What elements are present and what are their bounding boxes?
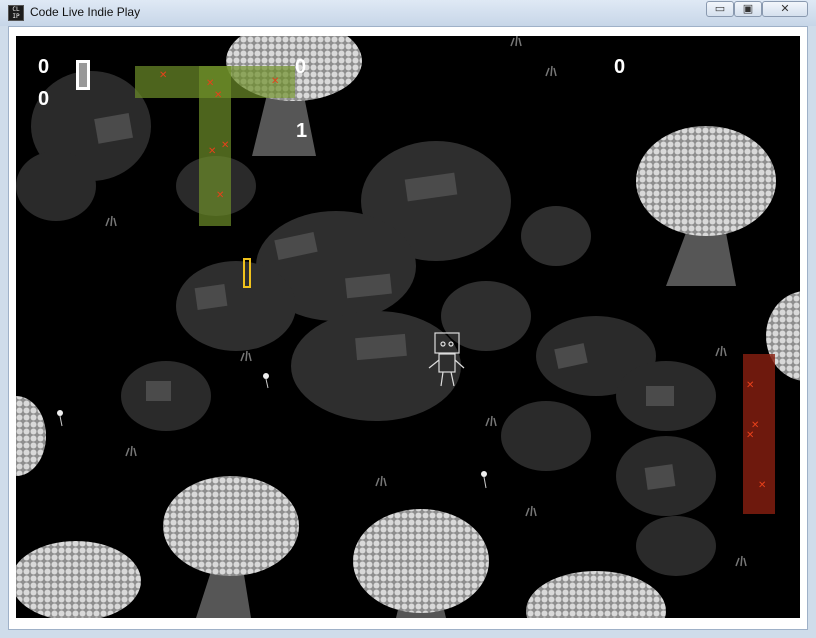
svg-text:✕: ✕ [746, 380, 754, 391]
window-title: Code Live Indie Play [30, 5, 141, 19]
tree-right [636, 126, 776, 286]
app-icon: CL IP [8, 5, 24, 21]
minimize-button[interactable]: ▭ [706, 1, 734, 17]
hud-count-center: 1 [296, 120, 308, 142]
game-canvas[interactable]: ✕ ✕ ✕ ✕ ✕ ✕ ✕ ✕ ✕ ✕ ✕ 0 0 0 0 1 [16, 36, 800, 618]
svg-text:✕: ✕ [221, 140, 229, 151]
svg-text:✕: ✕ [758, 480, 766, 491]
close-button[interactable]: ✕ [762, 1, 808, 17]
hud-count-second: 0 [38, 88, 50, 110]
svg-text:✕: ✕ [271, 76, 279, 87]
svg-text:✕: ✕ [206, 78, 214, 89]
svg-text:✕: ✕ [214, 90, 222, 101]
svg-text:✕: ✕ [746, 430, 754, 441]
svg-text:✕: ✕ [159, 70, 167, 81]
tree-left-edge [16, 396, 46, 476]
tree-bottom-left [16, 541, 141, 618]
hud-count-top-left: 0 [38, 56, 50, 78]
tree-bottom-center [353, 509, 489, 618]
tree-bottom-center-left [163, 476, 299, 618]
window-titlebar[interactable]: CL IP Code Live Indie Play ▭ ▣ ✕ [0, 0, 816, 26]
svg-text:✕: ✕ [216, 190, 224, 201]
hud-count-top-right: 0 [614, 56, 626, 78]
door-icon [76, 60, 90, 90]
rock-cluster-right [501, 316, 716, 576]
maximize-button[interactable]: ▣ [734, 1, 762, 17]
tree-bottom-right [526, 571, 666, 618]
svg-text:✕: ✕ [208, 146, 216, 157]
game-scene: ✕ ✕ ✕ ✕ ✕ ✕ ✕ ✕ ✕ ✕ ✕ [16, 36, 800, 618]
hud-count-banner: 0 [295, 56, 307, 78]
